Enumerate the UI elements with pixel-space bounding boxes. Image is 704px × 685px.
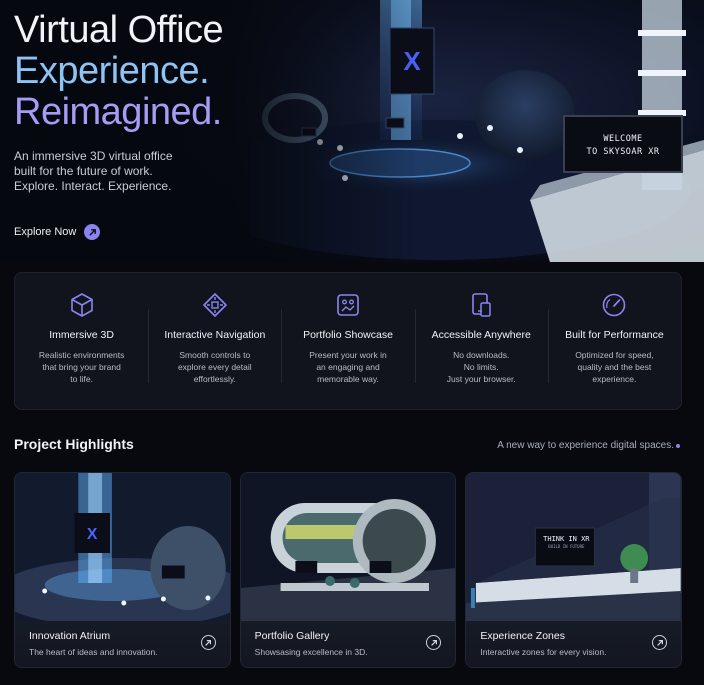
highlights-tagline: A new way to experience digital spaces.	[497, 440, 674, 451]
navigation-icon	[202, 293, 227, 317]
feature-title: Interactive Navigation	[164, 329, 266, 341]
feature-description: Realistic environments that bring your b…	[26, 349, 138, 385]
feature-desc-line: Realistic environments	[38, 350, 125, 360]
card-subtitle: Interactive zones for every vision.	[480, 647, 607, 657]
svg-text:X: X	[87, 526, 98, 543]
cube-icon	[70, 293, 93, 317]
card-portfolio-gallery[interactable]: Portfolio Gallery Showsasing excellence …	[239, 472, 457, 668]
zone-screen-line1: THINK IN XR	[543, 535, 590, 543]
feature-description: No downloads. No limits. Just your brows…	[425, 349, 537, 385]
hero-section: X WELCOME TO SKYSOAR XR Virtual Office E…	[0, 0, 704, 262]
arrow-up-right-icon[interactable]	[652, 635, 668, 650]
features-panel: Immersive 3D Realistic environments that…	[14, 272, 682, 410]
hero-desc-line: built for the future of work.	[14, 164, 153, 178]
feature-desc-line: Optimized for speed,	[575, 350, 654, 360]
gallery-icon	[337, 294, 359, 316]
feature-description: Smooth controls to explore every detail …	[159, 349, 271, 385]
card-title: Portfolio Gallery	[254, 630, 330, 642]
atrium-image: X	[15, 473, 230, 621]
explore-now-label: Explore Now	[14, 226, 77, 238]
card-subtitle: Showsasing excellence in 3D.	[254, 647, 368, 657]
hero-title-line2: Experience.	[14, 50, 210, 92]
feature-immersive-3d: Immersive 3D Realistic environments that…	[15, 273, 148, 409]
feature-desc-line: Just your browser.	[446, 374, 516, 384]
feature-desc-line: experience.	[592, 374, 637, 384]
feature-accessible-anywhere: Accessible Anywhere No downloads. No lim…	[414, 273, 548, 409]
billboard-line2: TO SKYSOAR XR	[586, 147, 660, 157]
speedometer-icon	[603, 293, 626, 317]
hero-description: An immersive 3D virtual office built for…	[14, 149, 214, 194]
zone-screen-line2: BUILD IN FUTURE	[548, 544, 585, 549]
hero-desc-line: Explore. Interact. Experience.	[14, 179, 172, 193]
card-subtitle: The heart of ideas and innovation.	[29, 647, 158, 657]
card-experience-zones[interactable]: THINK IN XR BUILD IN FUTURE Experience Z…	[465, 472, 683, 668]
feature-desc-line: No downloads.	[453, 350, 510, 360]
arrow-up-right-icon[interactable]	[200, 635, 216, 650]
card-info: Experience Zones Interactive zones for e…	[466, 621, 682, 667]
feature-built-for-performance: Built for Performance Optimized for spee…	[547, 273, 681, 409]
devices-icon	[472, 293, 491, 317]
zone-screen-text: THINK IN XR BUILD IN FUTURE	[536, 535, 596, 550]
feature-desc-line: No limits.	[463, 362, 499, 372]
feature-title: Portfolio Showcase	[303, 329, 393, 341]
card-title: Innovation Atrium	[29, 630, 111, 642]
feature-desc-line: memorable way.	[317, 374, 379, 384]
feature-desc-line: that bring your brand	[42, 362, 121, 372]
hero-title-line1: Virtual Office	[14, 9, 224, 51]
explore-now-button[interactable]: Explore Now	[14, 224, 101, 240]
feature-desc-line: effortlessly.	[193, 374, 236, 384]
billboard-line1: WELCOME	[603, 134, 643, 144]
feature-desc-line: quality and the best	[577, 362, 652, 372]
feature-description: Optimized for speed, quality and the bes…	[558, 349, 670, 385]
gallery-image	[240, 473, 456, 621]
project-highlights-title: Project Highlights	[14, 436, 134, 452]
arrow-up-right-icon	[84, 224, 101, 240]
feature-title: Accessible Anywhere	[431, 329, 531, 341]
card-info: Innovation Atrium The heart of ideas and…	[15, 621, 230, 667]
hero-title-line3: Reimagined.	[14, 91, 222, 133]
feature-desc-line: explore every detail	[177, 362, 252, 372]
feature-interactive-navigation: Interactive Navigation Smooth controls t…	[148, 273, 281, 409]
feature-portfolio-showcase: Portfolio Showcase Present your work in …	[281, 273, 414, 409]
hero-desc-line: An immersive 3D virtual office	[14, 149, 173, 163]
highlight-cards: X Innovation Atrium The heart of ideas a…	[14, 472, 683, 668]
hero-title: Virtual Office Experience. Reimagined.	[14, 9, 224, 133]
feature-desc-line: Smooth controls to	[179, 350, 251, 360]
feature-title: Built for Performance	[565, 329, 664, 341]
accent-dot	[676, 444, 680, 448]
feature-title: Immersive 3D	[49, 329, 114, 341]
card-title: Experience Zones	[480, 630, 565, 642]
billboard-text: WELCOME TO SKYSOAR XR	[565, 133, 681, 159]
feature-desc-line: an engaging and	[316, 362, 380, 372]
feature-desc-line: Present your work in	[309, 350, 387, 360]
feature-description: Present your work in an engaging and mem…	[292, 349, 404, 385]
card-innovation-atrium[interactable]: X Innovation Atrium The heart of ideas a…	[14, 472, 231, 668]
feature-desc-line: to life.	[70, 374, 93, 384]
card-info: Portfolio Gallery Showsasing excellence …	[240, 621, 456, 667]
